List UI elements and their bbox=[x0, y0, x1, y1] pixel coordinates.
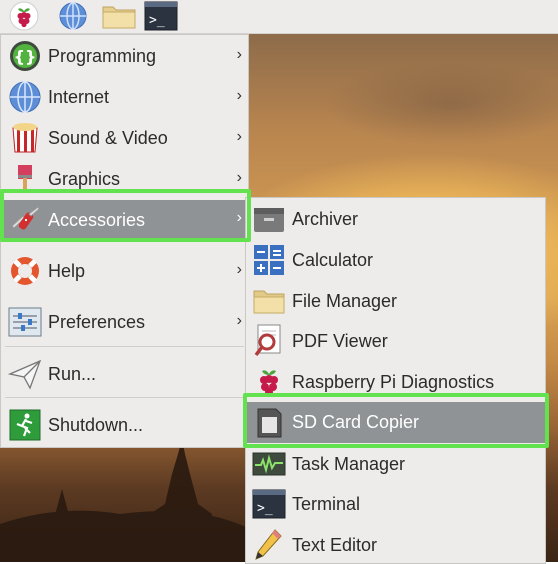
submenu-item-label: File Manager bbox=[292, 290, 398, 311]
raspberry-icon bbox=[9, 1, 39, 31]
main-menu: {} Programming › Internet › Sound & Vide… bbox=[0, 34, 249, 448]
taskbar: >_ bbox=[0, 0, 558, 34]
menu-item-run[interactable]: Run... bbox=[1, 355, 248, 393]
chevron-right-icon: › bbox=[236, 209, 242, 226]
globe-icon bbox=[8, 80, 42, 114]
menu-item-internet[interactable]: Internet › bbox=[1, 78, 248, 116]
chevron-right-icon: › bbox=[236, 87, 242, 104]
sound-video-icon bbox=[8, 121, 42, 155]
menu-item-accessories[interactable]: Accessories › bbox=[1, 200, 248, 240]
submenu-item-terminal[interactable]: >_ Terminal bbox=[246, 485, 545, 523]
submenu-item-label: Archiver bbox=[292, 208, 359, 229]
submenu-item-sd-card-copier[interactable]: SD Card Copier bbox=[246, 402, 545, 443]
submenu-item-label: Terminal bbox=[292, 493, 361, 514]
folder-icon bbox=[102, 6, 136, 29]
paper-plane-icon bbox=[8, 357, 42, 391]
submenu-item-text-editor[interactable]: Text Editor bbox=[246, 526, 545, 564]
menu-item-graphics[interactable]: Graphics › bbox=[1, 160, 248, 198]
chevron-right-icon: › bbox=[236, 46, 242, 63]
submenu-item-label: Calculator bbox=[292, 249, 374, 270]
folder-icon bbox=[252, 284, 286, 318]
calculator-icon bbox=[252, 243, 286, 277]
menu-item-sound-video[interactable]: Sound & Video › bbox=[1, 119, 248, 157]
menu-item-label: Internet bbox=[48, 86, 110, 107]
terminal-icon: >_ bbox=[252, 487, 286, 521]
submenu-item-label: Raspberry Pi Diagnostics bbox=[292, 371, 495, 392]
submenu-item-label: Task Manager bbox=[292, 453, 406, 474]
chevron-right-icon: › bbox=[236, 169, 242, 186]
task-manager-icon bbox=[252, 447, 286, 481]
accessories-submenu: Archiver Calculator File Manager PDF Vie… bbox=[245, 197, 546, 564]
lifebuoy-icon bbox=[8, 254, 42, 288]
submenu-item-calculator[interactable]: Calculator bbox=[246, 241, 545, 279]
menu-item-label: Preferences bbox=[48, 311, 146, 332]
submenu-item-pdf-viewer[interactable]: PDF Viewer bbox=[246, 322, 545, 360]
terminal-icon: >_ bbox=[144, 1, 178, 31]
pencil-icon bbox=[252, 528, 286, 562]
menu-item-label: Programming bbox=[48, 45, 157, 66]
svg-text:>_: >_ bbox=[149, 13, 165, 28]
exit-icon bbox=[8, 408, 42, 442]
menu-separator bbox=[5, 397, 244, 398]
paintbrush-icon bbox=[8, 162, 42, 196]
menu-item-help[interactable]: Help › bbox=[1, 252, 248, 290]
menu-item-preferences[interactable]: Preferences › bbox=[1, 303, 248, 341]
svg-text:>_: >_ bbox=[257, 501, 273, 516]
sliders-icon bbox=[8, 305, 42, 339]
submenu-item-raspberry-pi-diagnostics[interactable]: Raspberry Pi Diagnostics bbox=[246, 363, 545, 401]
menu-separator bbox=[5, 346, 244, 347]
submenu-item-task-manager[interactable]: Task Manager bbox=[246, 445, 545, 483]
submenu-item-file-manager[interactable]: File Manager bbox=[246, 282, 545, 320]
menu-item-shutdown[interactable]: Shutdown... bbox=[1, 406, 248, 444]
chevron-right-icon: › bbox=[236, 312, 242, 329]
web-browser-button[interactable] bbox=[58, 2, 88, 30]
svg-text:{}: {} bbox=[14, 47, 37, 66]
submenu-item-label: Text Editor bbox=[292, 534, 378, 555]
archive-icon bbox=[252, 202, 286, 236]
sd-card-icon bbox=[252, 406, 286, 440]
menu-item-label: Sound & Video bbox=[48, 127, 168, 148]
chevron-right-icon: › bbox=[236, 128, 242, 145]
chevron-right-icon: › bbox=[236, 261, 242, 278]
menu-item-label: Run... bbox=[48, 363, 97, 384]
programming-icon: {} bbox=[8, 39, 42, 73]
submenu-item-label: SD Card Copier bbox=[292, 412, 420, 432]
terminal-button[interactable]: >_ bbox=[143, 1, 179, 31]
raspberry-menu-button[interactable] bbox=[9, 1, 39, 31]
pdf-viewer-icon bbox=[252, 324, 286, 358]
menu-item-label: Shutdown... bbox=[48, 414, 144, 435]
menu-item-programming[interactable]: {} Programming › bbox=[1, 37, 248, 75]
globe-icon bbox=[59, 2, 87, 30]
file-manager-button[interactable] bbox=[101, 2, 137, 30]
submenu-item-archiver[interactable]: Archiver bbox=[246, 200, 545, 238]
menu-item-label: Graphics bbox=[48, 168, 121, 189]
menu-item-label: Accessories bbox=[48, 209, 146, 230]
raspberry-icon bbox=[252, 365, 286, 399]
submenu-item-label: PDF Viewer bbox=[292, 330, 388, 351]
pocket-knife-icon bbox=[8, 203, 42, 237]
menu-item-label: Help bbox=[48, 260, 86, 281]
